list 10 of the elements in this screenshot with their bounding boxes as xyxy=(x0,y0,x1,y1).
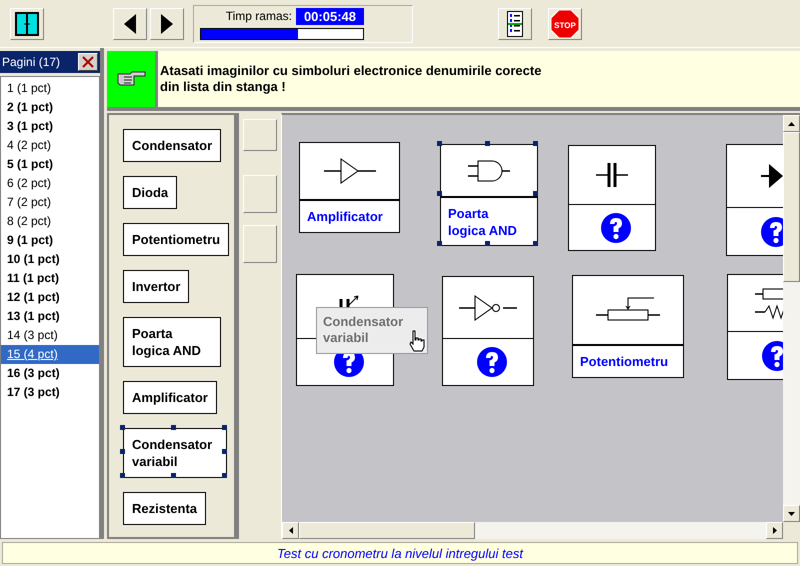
instruction-text: Atasati imaginilor cu simboluri electronice denumirile corecte xyxy=(160,63,542,79)
card-answer: Poarta logica AND xyxy=(448,204,518,238)
card-answer: Potentiometru xyxy=(580,353,668,370)
instruction-text: din lista din stanga ! xyxy=(160,79,287,95)
card-answer: Amplificator xyxy=(307,208,383,225)
drag-label-text: Condensator variabil xyxy=(323,314,404,346)
timer-value: 00:05:48 xyxy=(296,8,364,24)
status-text: Test cu cronometru la nivelul intregului test xyxy=(277,546,523,560)
timer-label: Timp ramas: xyxy=(226,9,292,23)
sidebar-title: Pagini (17) xyxy=(2,55,60,69)
